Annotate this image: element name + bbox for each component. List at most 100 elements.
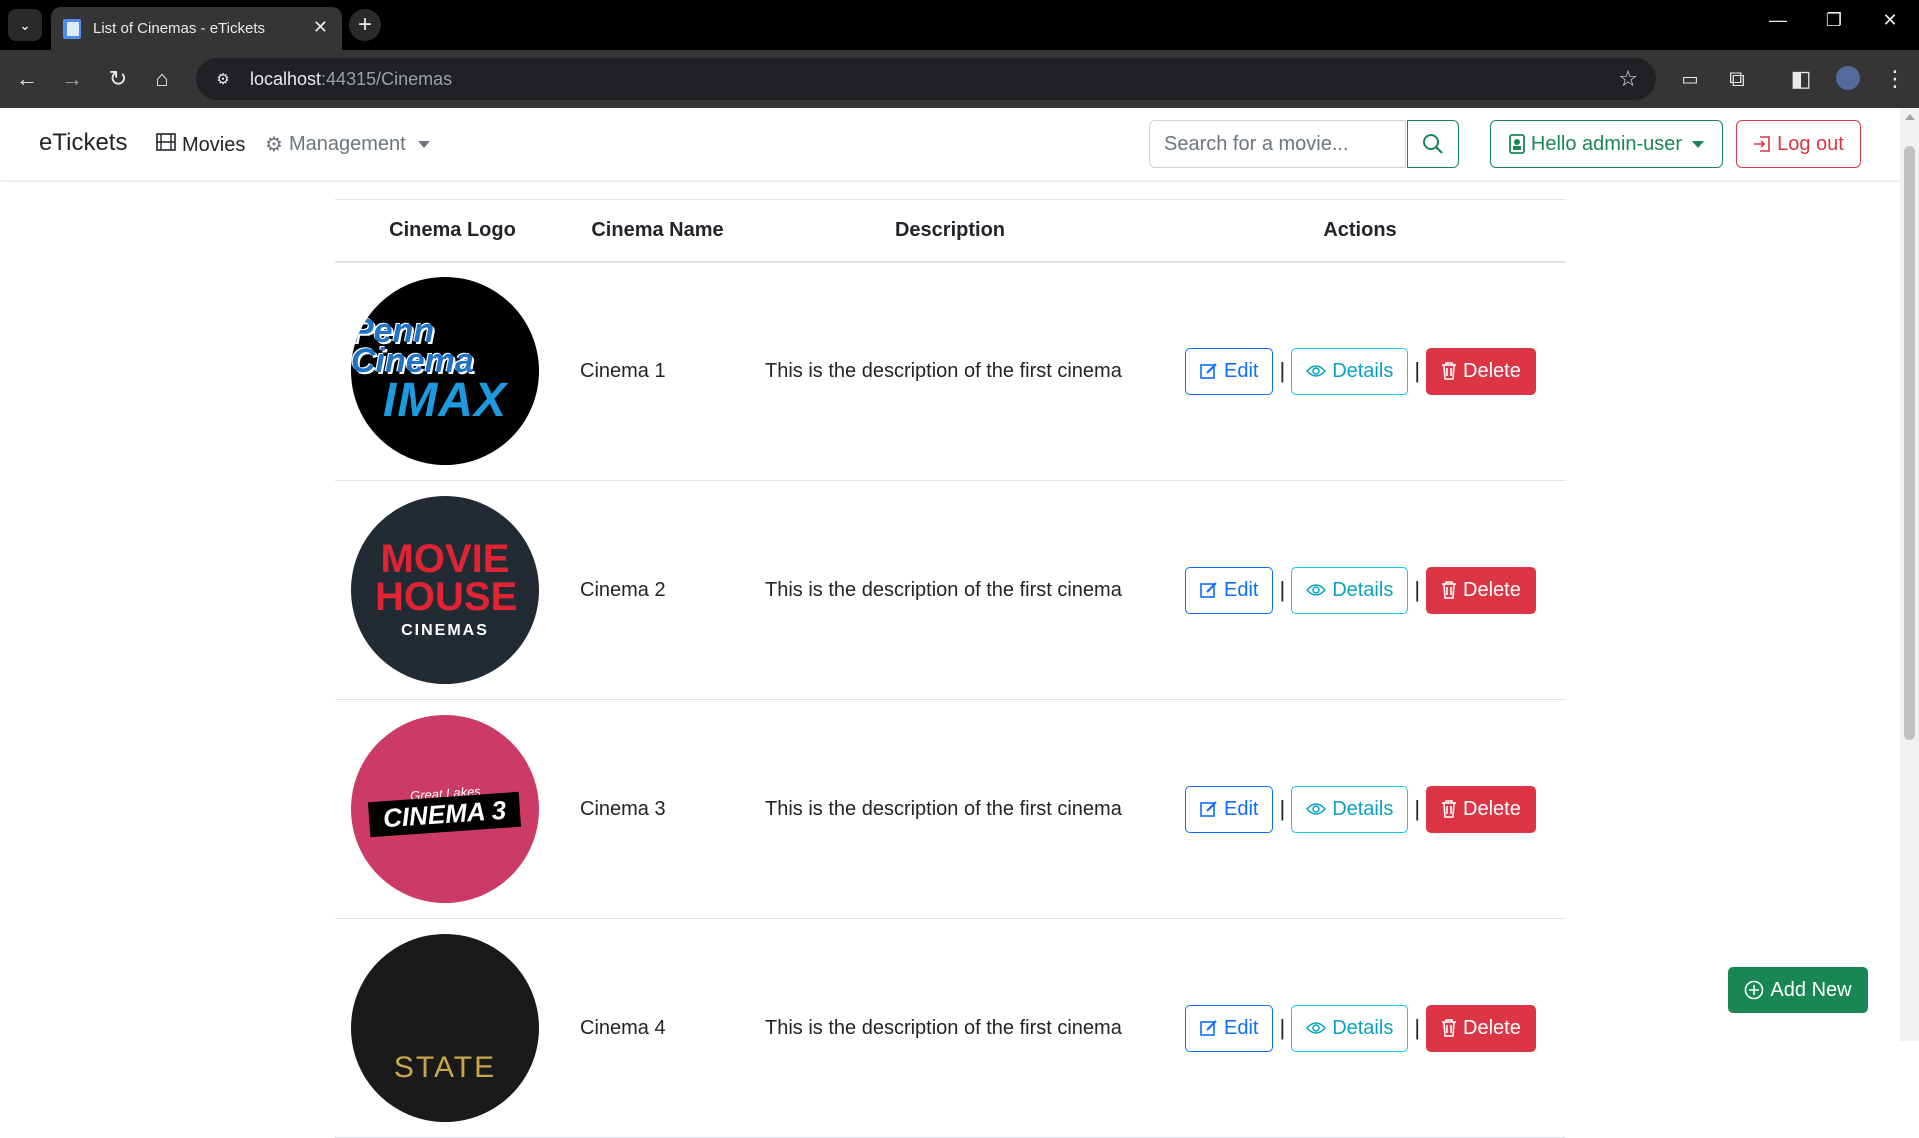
cinema-logo-image: Great Lakes CINEMA 3 (351, 715, 539, 903)
restore-icon[interactable]: ❐ (1814, 10, 1854, 31)
delete-button[interactable]: Delete (1426, 347, 1536, 395)
details-button[interactable]: Details (1291, 566, 1409, 614)
cinema-logo-image: STATE (351, 934, 539, 1122)
delete-button[interactable]: Delete (1426, 785, 1536, 833)
separator: | (1414, 796, 1421, 821)
trash-icon (1441, 1019, 1457, 1037)
edit-button[interactable]: Edit (1185, 566, 1274, 614)
logo-text: CINEMA 3 (368, 791, 522, 838)
tab-title: List of Cinemas - eTickets (93, 20, 265, 37)
add-new-button[interactable]: Add New (1728, 967, 1868, 1013)
new-tab-button[interactable]: + (349, 9, 381, 41)
table-row: MOVIE HOUSE CINEMAS Cinema 2 This is the… (335, 480, 1565, 700)
url-path: :44315/Cinemas (321, 68, 453, 89)
logo-text: MOVIE HOUSE (375, 537, 518, 619)
edit-button[interactable]: Edit (1185, 347, 1274, 395)
browser-toolbar: ← → ↻ ⌂ ⚙ localhost :44315/Cinemas ☆ ▭ ⧉… (0, 50, 1919, 108)
edit-button[interactable]: Edit (1185, 785, 1274, 833)
details-button[interactable]: Details (1291, 1004, 1409, 1052)
plus-circle-icon (1744, 980, 1764, 1000)
bookmark-star-icon[interactable]: ☆ (1618, 66, 1638, 92)
page-scrollbar[interactable] (1900, 108, 1919, 1041)
address-bar[interactable]: ⚙ localhost :44315/Cinemas ☆ (196, 58, 1656, 100)
app-navbar: eTickets Movies ⚙ Management Hello admin… (0, 108, 1900, 180)
eye-icon (1306, 583, 1327, 597)
pencil-square-icon (1200, 1019, 1218, 1037)
menu-dots-icon[interactable]: ⋮ (1880, 64, 1910, 94)
browser-tab-strip: ⌄ List of Cinemas - eTickets ✕ + — ❐ ✕ (0, 0, 1919, 50)
delete-button[interactable]: Delete (1426, 566, 1536, 614)
minimize-icon[interactable]: — (1758, 10, 1798, 31)
details-label: Details (1332, 797, 1394, 820)
cinema-logo-image: MOVIE HOUSE CINEMAS (351, 496, 539, 684)
nav-movies[interactable]: Movies (156, 132, 245, 158)
forward-icon[interactable]: → (57, 64, 87, 94)
table-row: Penn Cinema IMAX Cinema 1 This is the de… (335, 261, 1565, 481)
logo-cell: Penn Cinema IMAX (335, 261, 570, 481)
delete-label: Delete (1463, 797, 1521, 820)
gear-icon: ⚙ (265, 134, 283, 156)
table-row: STATE Cinema 4 This is the description o… (335, 918, 1565, 1138)
add-new-label: Add New (1770, 978, 1852, 1001)
close-window-icon[interactable]: ✕ (1870, 10, 1910, 31)
chevron-down-icon: ⌄ (19, 16, 31, 33)
trash-icon (1441, 800, 1457, 818)
details-button[interactable]: Details (1291, 347, 1409, 395)
logo-text: STATE (393, 1051, 497, 1084)
eye-icon (1306, 1021, 1327, 1035)
header-description: Description (745, 199, 1155, 263)
header-cinema-name: Cinema Name (570, 199, 745, 263)
extensions-icon[interactable]: ⧉ (1722, 64, 1752, 94)
browser-tab-active[interactable]: List of Cinemas - eTickets ✕ (51, 7, 342, 50)
logo-text: IMAX (383, 374, 507, 428)
back-icon[interactable]: ← (12, 64, 42, 94)
cinema-name: Cinema 3 (570, 699, 745, 919)
profile-avatar[interactable] (1836, 66, 1860, 90)
pencil-square-icon (1200, 581, 1218, 599)
cinema-description: This is the description of the first cin… (745, 261, 1155, 481)
cinema-name: Cinema 2 (570, 480, 745, 700)
logout-button[interactable]: Log out (1736, 120, 1861, 168)
badge-icon (1509, 134, 1525, 154)
trash-icon (1441, 581, 1457, 599)
edit-button[interactable]: Edit (1185, 1004, 1274, 1052)
actions-cell: Edit | Details | Delete (1155, 261, 1565, 481)
logo-cell: Great Lakes CINEMA 3 (335, 699, 570, 919)
nav-management-dropdown[interactable]: ⚙ Management (265, 132, 430, 157)
cinemas-table: Cinema Logo Cinema Name Description Acti… (335, 199, 1565, 1138)
user-menu-button[interactable]: Hello admin-user (1490, 120, 1723, 168)
scroll-up-icon[interactable] (1905, 114, 1915, 120)
separator: | (1279, 577, 1286, 602)
close-tab-icon[interactable]: ✕ (313, 17, 328, 38)
cinema-description: This is the description of the first cin… (745, 918, 1155, 1138)
details-button[interactable]: Details (1291, 785, 1409, 833)
separator: | (1414, 1015, 1421, 1040)
reload-icon[interactable]: ↻ (103, 64, 133, 94)
actions-cell: Edit | Details | Delete (1155, 699, 1565, 919)
delete-label: Delete (1463, 1016, 1521, 1039)
details-label: Details (1332, 359, 1394, 382)
url-host: localhost (250, 68, 322, 89)
pencil-square-icon (1200, 800, 1218, 818)
edit-label: Edit (1224, 1016, 1259, 1039)
header-actions: Actions (1155, 199, 1565, 263)
edit-label: Edit (1224, 359, 1259, 382)
keyboard-icon[interactable]: ▭ (1675, 64, 1705, 94)
tab-search-button[interactable]: ⌄ (8, 9, 42, 41)
cinema-logo-image: Penn Cinema IMAX (351, 277, 539, 466)
search-input[interactable] (1149, 120, 1406, 168)
brand-link[interactable]: eTickets (39, 129, 127, 157)
scrollbar-thumb[interactable] (1904, 146, 1915, 740)
sidebar-icon[interactable]: ◧ (1786, 64, 1816, 94)
actions-cell: Edit | Details | Delete (1155, 918, 1565, 1138)
site-info-icon[interactable]: ⚙ (212, 68, 234, 90)
home-icon[interactable]: ⌂ (147, 64, 177, 94)
delete-button[interactable]: Delete (1426, 1004, 1536, 1052)
caret-down-icon (1692, 140, 1705, 148)
nav-movies-label: Movies (182, 133, 246, 156)
table-header-row: Cinema Logo Cinema Name Description Acti… (335, 199, 1565, 263)
logo-text: Penn Cinema (351, 312, 474, 381)
details-label: Details (1332, 578, 1394, 601)
separator: | (1279, 796, 1286, 821)
search-button[interactable] (1407, 120, 1459, 168)
